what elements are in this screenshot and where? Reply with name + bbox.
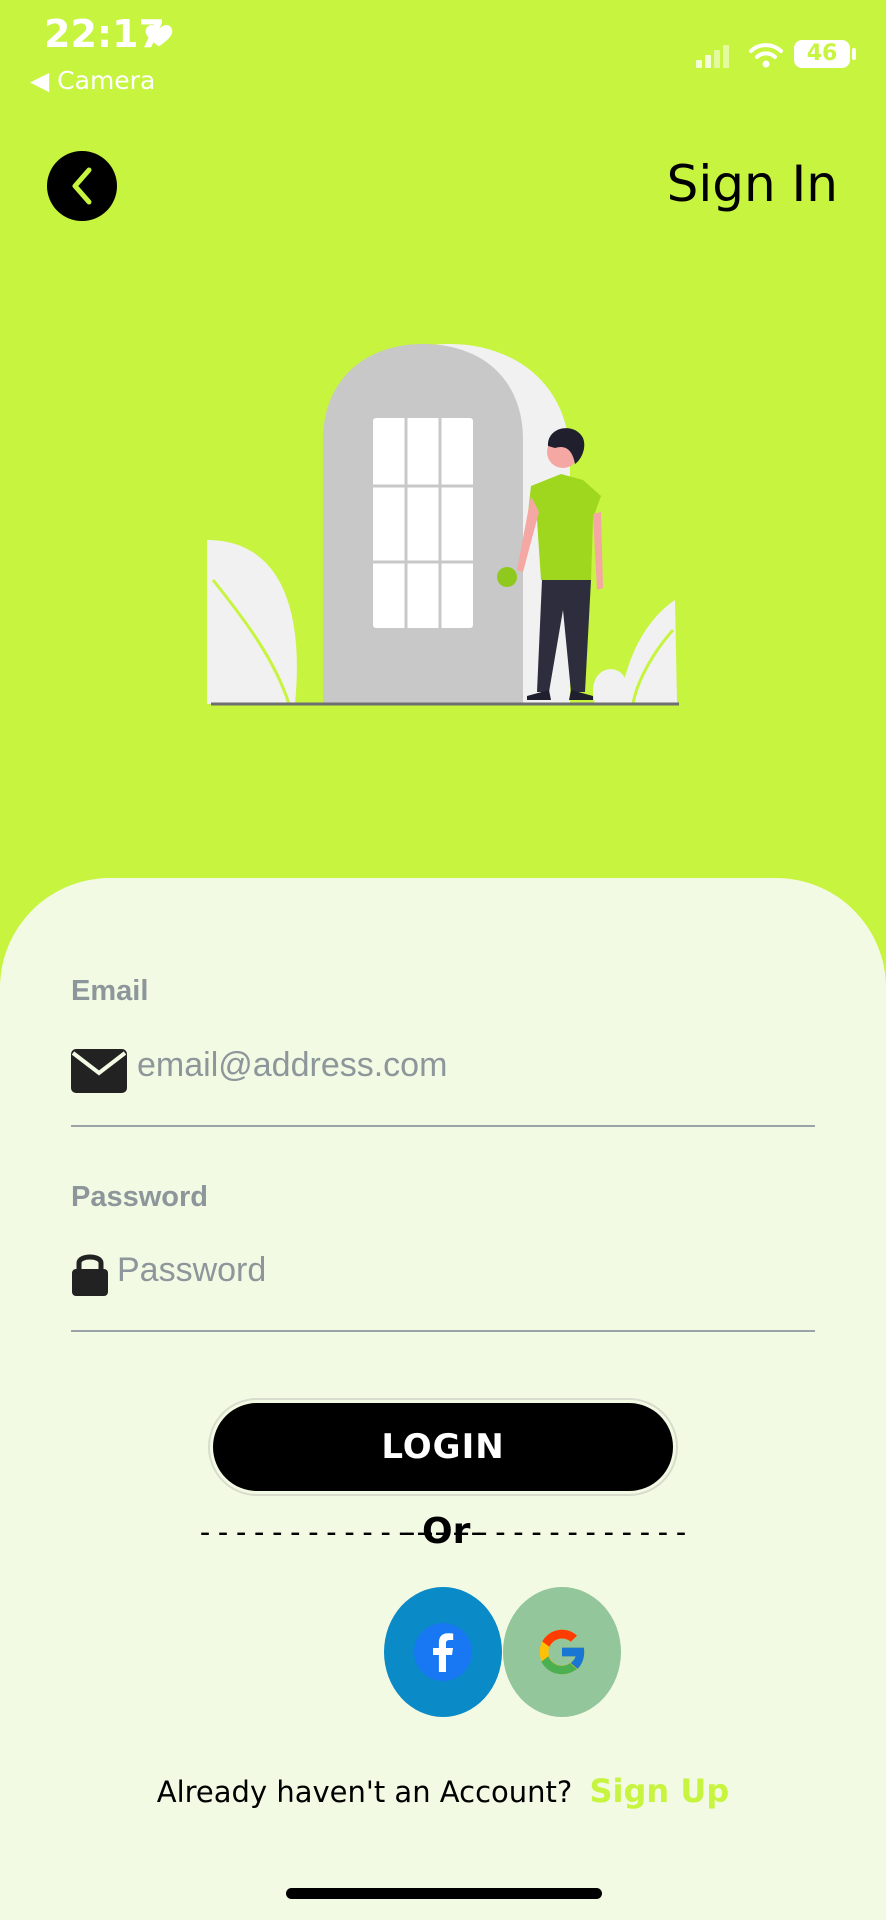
lock-icon <box>72 1254 108 1296</box>
signup-link[interactable]: Sign Up <box>590 1772 730 1810</box>
password-label: Password <box>71 1181 208 1213</box>
heart-icon <box>145 25 173 47</box>
google-login-button[interactable] <box>503 1587 621 1717</box>
door-illustration <box>207 344 679 706</box>
chevron-left-icon <box>72 167 92 205</box>
wifi-icon <box>749 43 783 68</box>
battery-icon: 46 <box>794 40 850 68</box>
divider-line-right: ---------------- <box>401 1515 690 1550</box>
email-input[interactable] <box>137 1035 807 1095</box>
password-input[interactable] <box>117 1240 807 1300</box>
email-label: Email <box>71 975 149 1007</box>
cellular-signal-icon <box>696 45 729 68</box>
password-field-row <box>71 1240 815 1332</box>
status-bar: 22:17 ◀ Camera 46 <box>0 0 886 100</box>
google-icon <box>539 1629 586 1675</box>
back-button[interactable] <box>47 151 117 221</box>
or-divider: ---------------- Or ---------------- <box>196 1511 690 1555</box>
signup-prompt-text: Already haven't an Account? <box>156 1775 573 1809</box>
login-button[interactable]: LOGIN <box>213 1403 673 1491</box>
email-field-row <box>71 1035 815 1127</box>
back-to-camera-link[interactable]: ◀ Camera <box>30 66 155 95</box>
facebook-login-button[interactable] <box>384 1587 502 1717</box>
signup-prompt: Already haven't an Account? Sign Up <box>0 1772 886 1810</box>
envelope-icon <box>71 1049 127 1093</box>
battery-cap <box>852 48 856 60</box>
page-title: Sign In <box>666 155 838 213</box>
home-indicator[interactable] <box>286 1888 602 1899</box>
facebook-icon <box>414 1623 472 1681</box>
